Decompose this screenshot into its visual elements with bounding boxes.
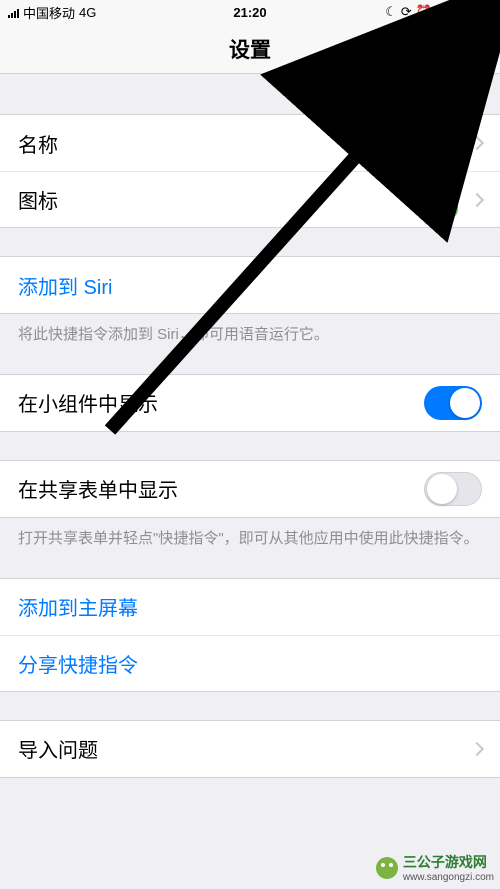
signal-icon	[8, 7, 19, 18]
network-label: 4G	[79, 5, 96, 20]
watermark-text: 三公子游戏网	[403, 852, 494, 872]
widget-toggle[interactable]	[424, 386, 482, 420]
status-bar: 中国移动 4G 21:20 ☾ ⟳ ⏰ 43%	[0, 0, 500, 24]
group-import: 导入问题	[0, 720, 500, 778]
watermark: 三公子游戏网 www.sangongzi.com	[376, 852, 494, 883]
home-screen-label: 添加到主屏幕	[18, 592, 482, 621]
name-value: 案例1	[409, 130, 458, 157]
row-home-screen[interactable]: 添加到主屏幕	[0, 579, 500, 635]
import-questions-label: 导入问题	[18, 734, 466, 763]
widget-label: 在小组件中显示	[18, 388, 424, 417]
row-add-to-siri[interactable]: 添加到 Siri	[0, 257, 500, 313]
icon-label: 图标	[18, 185, 422, 214]
group-identity: 名称 案例1 图标	[0, 114, 500, 228]
watermark-url: www.sangongzi.com	[403, 872, 494, 883]
group-actions: 添加到主屏幕 分享快捷指令	[0, 578, 500, 692]
chevron-right-icon	[470, 741, 484, 755]
add-to-siri-label: 添加到 Siri	[18, 271, 482, 300]
done-button[interactable]: 完成	[444, 34, 484, 63]
watermark-logo-icon	[376, 857, 398, 879]
row-name[interactable]: 名称 案例1	[0, 115, 500, 171]
row-import-questions[interactable]: 导入问题	[0, 721, 500, 777]
battery-icon	[466, 6, 492, 18]
chevron-right-icon	[470, 192, 484, 206]
moon-icon: ☾	[385, 4, 397, 20]
status-right: ☾ ⟳ ⏰ 43%	[331, 4, 492, 20]
shortcut-icon	[422, 182, 458, 218]
row-icon[interactable]: 图标	[0, 171, 500, 227]
status-time: 21:20	[169, 5, 330, 20]
name-label: 名称	[18, 129, 409, 158]
lock-rotation-icon: ⟳	[401, 4, 412, 20]
group-widget: 在小组件中显示	[0, 374, 500, 432]
siri-footer-note: 将此快捷指令添加到 Siri，即可用语音运行它。	[0, 314, 500, 346]
chevron-right-icon	[470, 136, 484, 150]
share-shortcut-label: 分享快捷指令	[18, 649, 482, 678]
row-share-sheet: 在共享表单中显示	[0, 461, 500, 517]
row-widget: 在小组件中显示	[0, 375, 500, 431]
share-sheet-footer-note: 打开共享表单并轻点"快捷指令"，即可从其他应用中使用此快捷指令。	[0, 518, 500, 550]
row-share-shortcut[interactable]: 分享快捷指令	[0, 635, 500, 691]
status-left: 中国移动 4G	[8, 3, 169, 22]
share-sheet-toggle[interactable]	[424, 472, 482, 506]
alarm-icon: ⏰	[416, 4, 432, 20]
page-title: 设置	[229, 34, 271, 64]
group-share-sheet: 在共享表单中显示	[0, 460, 500, 518]
carrier-label: 中国移动	[23, 3, 75, 22]
share-sheet-label: 在共享表单中显示	[18, 474, 424, 503]
group-siri: 添加到 Siri	[0, 256, 500, 314]
battery-pct: 43%	[436, 5, 462, 20]
nav-bar: 设置 完成	[0, 24, 500, 74]
